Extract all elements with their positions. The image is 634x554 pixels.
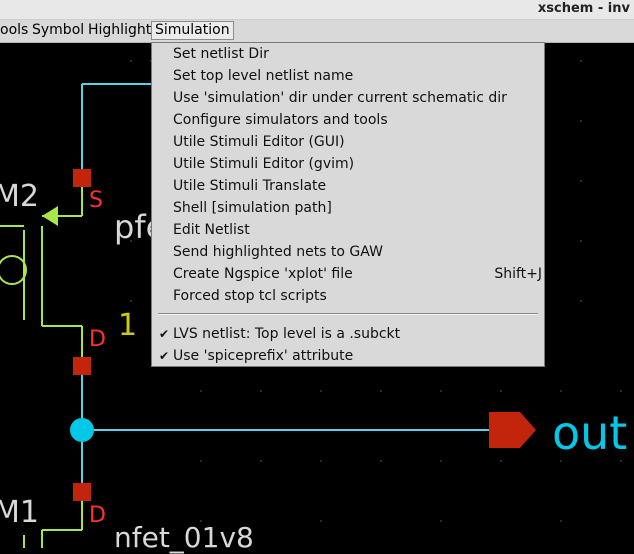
menu-item-stimuli-editor-gvim[interactable]: Utile Stimuli Editor (gvim) [152,153,544,175]
output-pin-shape [489,412,536,448]
menu-item-label: Configure simulators and tools [173,112,388,128]
menu-highlight[interactable]: Highlight [85,21,154,40]
checkmark-icon: ✔ [159,327,170,341]
m1-label: M1 [0,495,39,530]
menu-item-shell-simulation-path[interactable]: Shell [simulation path] [152,197,544,219]
menu-item-shortcut: Shift+J [494,266,542,282]
menu-symbol[interactable]: Symbol [29,21,87,40]
title-bar: xschem - inv [0,0,634,20]
menu-check-lvs-netlist[interactable]: ✔ LVS netlist: Top level is a .subckt [152,323,544,345]
drain-pin-label-top: D [89,327,106,352]
menu-check-use-spiceprefix[interactable]: ✔ Use 'spiceprefix' attribute [152,345,544,367]
menu-item-label: Send highlighted nets to GAW [173,244,383,260]
window-title: xschem - inv [537,1,630,16]
menu-item-edit-netlist[interactable]: Edit Netlist [152,219,544,241]
menu-simulation[interactable]: Simulation [151,21,234,40]
menu-item-use-simulation-dir[interactable]: Use 'simulation' dir under current schem… [152,87,544,109]
menu-item-set-top-level-netlist-name[interactable]: Set top level netlist name [152,65,544,87]
out-label: out [552,406,628,460]
menu-item-stimuli-translate[interactable]: Utile Stimuli Translate [152,175,544,197]
simulation-dropdown-menu: Set netlist Dir Set top level netlist na… [151,42,545,367]
menu-item-label: Forced stop tcl scripts [173,288,327,304]
menu-item-configure-simulators[interactable]: Configure simulators and tools [152,109,544,131]
menu-item-send-nets-to-gaw[interactable]: Send highlighted nets to GAW [152,241,544,263]
checkmark-icon: ✔ [159,349,170,363]
menu-item-label: Utile Stimuli Editor (GUI) [173,134,345,150]
menu-item-label: Create Ngspice 'xplot' file [173,266,353,282]
junction-dot [70,418,94,442]
menu-tools[interactable]: ools [0,21,31,40]
menu-bar: ools Symbol Highlight Simulation [0,20,634,43]
menu-separator [158,313,538,315]
nfet-model-label: nfet_01v8 [114,521,254,554]
menu-item-label: Edit Netlist [173,222,250,238]
menu-item-label: Set netlist Dir [173,46,269,62]
menu-item-label: Utile Stimuli Translate [173,178,327,194]
menu-item-create-xplot-file[interactable]: Create Ngspice 'xplot' file Shift+J [152,263,544,285]
menu-item-stimuli-editor-gui[interactable]: Utile Stimuli Editor (GUI) [152,131,544,153]
menu-item-label: Utile Stimuli Editor (gvim) [173,156,355,172]
menu-item-forced-stop-tcl[interactable]: Forced stop tcl scripts [152,285,544,307]
menu-item-label: Set top level netlist name [173,68,354,84]
m2-label: M2 [0,179,39,214]
menu-item-label: Use 'spiceprefix' attribute [173,348,354,364]
source-pin-label: S [89,188,103,213]
menu-item-label: Shell [simulation path] [173,200,332,216]
drain-pin-label-bottom: D [89,503,106,528]
menu-item-set-netlist-dir[interactable]: Set netlist Dir [152,43,544,65]
menu-item-label: Use 'simulation' dir under current schem… [173,90,507,106]
param-value-label: 1 [118,308,138,343]
menu-item-label: LVS netlist: Top level is a .subckt [173,326,401,342]
